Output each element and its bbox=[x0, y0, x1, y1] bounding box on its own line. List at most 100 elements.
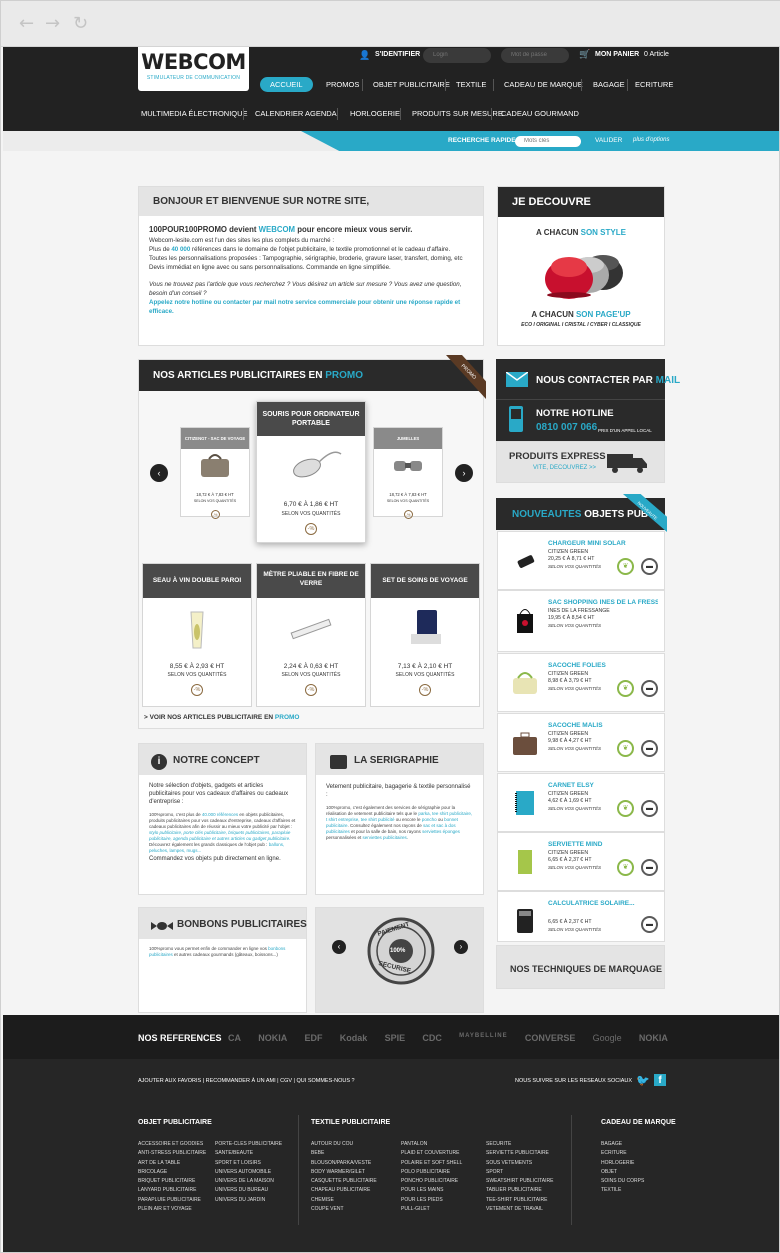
facebook-icon[interactable]: f bbox=[654, 1074, 666, 1086]
promo-grid-card[interactable]: MÈTRE PLIABLE EN FIBRE DE VERRE 2,24 € À… bbox=[256, 563, 366, 707]
hotline-phone[interactable]: 0810 007 066 bbox=[536, 422, 597, 433]
details-link[interactable]: serviettes publicitaires bbox=[363, 835, 407, 840]
footer-link[interactable]: PANTALON bbox=[401, 1140, 462, 1149]
footer-link[interactable]: LANYARD PUBLICITAIRE bbox=[138, 1186, 206, 1195]
footer-link[interactable]: UNIVERS DU BUREAU bbox=[215, 1186, 282, 1195]
nav-cadeau-gourmand[interactable]: CADEAU GOURMAND bbox=[501, 109, 579, 118]
nav-horlogerie[interactable]: HORLOGERIE bbox=[350, 109, 400, 118]
promo-see-all-link[interactable]: > VOIR NOS ARTICLES PUBLICITAIRE EN PROM… bbox=[144, 714, 299, 721]
search-submit-button[interactable]: VALIDER bbox=[595, 137, 622, 144]
details-link[interactable]: 40.000 références bbox=[202, 812, 238, 817]
footer-link[interactable]: UNIVERS DE LA MAISON bbox=[215, 1177, 282, 1186]
cart-label[interactable]: MON PANIER bbox=[595, 51, 639, 58]
footer-link[interactable]: SECURITE bbox=[486, 1140, 553, 1149]
carousel-card-featured[interactable]: SOURIS POUR ORDINATEUR PORTABLE 6,70 € À… bbox=[256, 401, 366, 543]
footer-link[interactable]: CASQUETTE PUBLICITAIRE bbox=[311, 1177, 377, 1186]
carousel-next-button[interactable]: › bbox=[455, 464, 473, 482]
details-link[interactable]: serviettes éponges bbox=[422, 829, 460, 834]
news-item[interactable]: SAC SHOPPING INES DE LA FRESS... INES DE… bbox=[497, 590, 665, 652]
footer-link[interactable]: BODY WARMER/GILET bbox=[311, 1168, 377, 1177]
footer-link[interactable]: ART DE LA TABLE bbox=[138, 1159, 206, 1168]
nav-produits-sur-mesure[interactable]: PRODUITS SUR MESURE bbox=[412, 109, 503, 118]
nav-calendrier[interactable]: CALENDRIER AGENDA bbox=[255, 109, 337, 118]
news-item[interactable]: CHARGEUR MINI SOLAR CITIZEN GREEN 20,25 €… bbox=[497, 531, 665, 590]
carousel-prev-button[interactable]: ‹ bbox=[150, 464, 168, 482]
news-item[interactable]: SACOCHE FOLIES CITIZEN GREEN 8,98 € À 3,7… bbox=[497, 653, 665, 712]
news-item[interactable]: SACOCHE MALIS CITIZEN GREEN 9,98 € À 4,27… bbox=[497, 713, 665, 772]
news-item[interactable]: CALCULATRICE SOLAIRE... 6,65 € À 2,37 € … bbox=[497, 891, 665, 942]
footer-link[interactable]: BLOUSON/PARKA/VESTE bbox=[311, 1159, 377, 1168]
footer-link[interactable]: POLAIRE ET SOFT SHELL bbox=[401, 1159, 462, 1168]
nav-accueil[interactable]: ACCUEIL bbox=[260, 77, 313, 92]
secure-next-button[interactable]: › bbox=[454, 940, 468, 954]
nav-multimedia[interactable]: MULTIMEDIA ÉLECTRONIQUE bbox=[141, 109, 248, 118]
footer-link[interactable]: BRIQUET PUBLICITAIRE bbox=[138, 1177, 206, 1186]
footer-link[interactable]: SPORT ET LOISIRS bbox=[215, 1159, 282, 1168]
news-item[interactable]: SERVIETTE MIND CITIZEN GREEN 6,65 € À 2,3… bbox=[497, 832, 665, 891]
search-input[interactable] bbox=[515, 136, 581, 147]
details-link[interactable]: stylo publicitaire, porte clés publicita… bbox=[149, 830, 290, 841]
logo[interactable]: WEBCOM STIMULATEUR DE COMMUNICATION bbox=[138, 47, 249, 91]
nav-ecriture[interactable]: ECRITURE bbox=[635, 80, 673, 89]
footer-link[interactable]: HORLOGERIE bbox=[601, 1159, 644, 1168]
back-icon[interactable]: ← bbox=[19, 13, 34, 34]
nav-promos[interactable]: PROMOS bbox=[326, 80, 359, 89]
reload-icon[interactable]: ↻ bbox=[73, 13, 88, 34]
carousel-card[interactable]: CITIZENGT - SAC DE VOYAGE 18,72 € À 7,83… bbox=[180, 427, 250, 519]
footer-link[interactable]: TABLIER PUBLICITAIRE bbox=[486, 1186, 553, 1195]
footer-link[interactable]: POUR LES MAINS bbox=[401, 1186, 462, 1195]
footer-link[interactable]: PLEIN AIR ET VOYAGE bbox=[138, 1205, 206, 1214]
nav-cadeau-de-marque[interactable]: CADEAU DE MARQUE bbox=[504, 80, 583, 89]
footer-link[interactable]: ECRITURE bbox=[601, 1149, 644, 1158]
promo-grid-card[interactable]: SET DE SOINS DE VOYAGE 7,13 € À 2,10 € H… bbox=[370, 563, 480, 707]
search-options-link[interactable]: plus d'options bbox=[633, 137, 670, 143]
footer-link[interactable]: BRICOLAGE bbox=[138, 1168, 206, 1177]
details-link[interactable]: poncho bbox=[422, 817, 437, 822]
footer-link[interactable]: POLO PUBLICITAIRE bbox=[401, 1168, 462, 1177]
express-panel[interactable]: PRODUITS EXPRESS VITE, DECOUVREZ >> bbox=[496, 441, 665, 483]
discover-panel[interactable]: JE DECOUVRE A CHACUN SON STYLE A CHACUN … bbox=[497, 186, 665, 346]
footer-link[interactable]: PLAID ET COUVERTURE bbox=[401, 1149, 462, 1158]
footer-link[interactable]: PORTE-CLES PUBLICITAIRE bbox=[215, 1140, 282, 1149]
footer-link[interactable]: SERVIETTE PUBLICITAIRE bbox=[486, 1149, 553, 1158]
footer-link[interactable]: COUPE VENT bbox=[311, 1205, 377, 1214]
footer-link[interactable]: TEE-SHIRT PUBLICITAIRE bbox=[486, 1196, 553, 1205]
footer-link[interactable]: SOINS DU CORPS bbox=[601, 1177, 644, 1186]
footer-links[interactable]: AJOUTER AUX FAVORIS | RECOMMANDER À UN A… bbox=[138, 1078, 355, 1084]
footer-link[interactable]: AUTOUR DU COU bbox=[311, 1140, 377, 1149]
footer-link[interactable]: PONCHO PUBLICITAIRE bbox=[401, 1177, 462, 1186]
footer-link[interactable]: PARAPLUIE PUBLICITAIRE bbox=[138, 1196, 206, 1205]
nav-bagage[interactable]: BAGAGE bbox=[593, 80, 625, 89]
footer-link[interactable]: PULL-GILET bbox=[401, 1205, 462, 1214]
nav-textile[interactable]: TEXTILE bbox=[456, 80, 486, 89]
news-item[interactable]: CARNET ELSY CITIZEN GREEN 4,62 € À 1,69 €… bbox=[497, 773, 665, 832]
footer-link[interactable]: CHEMISE bbox=[311, 1196, 377, 1205]
forward-icon[interactable]: → bbox=[45, 13, 60, 34]
techniques-panel[interactable]: NOS TECHNIQUES DE MARQUAGE bbox=[496, 945, 665, 989]
footer-link[interactable]: UNIVERS AUTOMOBILE bbox=[215, 1168, 282, 1177]
footer-link[interactable]: SOUS VETEMENTS bbox=[486, 1159, 553, 1168]
footer-link[interactable]: CHAPEAU PUBLICITAIRE bbox=[311, 1186, 377, 1195]
footer-link[interactable]: ANTI-STRESS PUBLICITAIRE bbox=[138, 1149, 206, 1158]
footer-link[interactable]: SWEATSHIRT PUBLICITAIRE bbox=[486, 1177, 553, 1186]
footer-link[interactable]: TEXTILE bbox=[601, 1186, 644, 1195]
footer-link[interactable]: BEBE bbox=[311, 1149, 377, 1158]
password-input[interactable] bbox=[501, 48, 569, 63]
express-link[interactable]: VITE, DECOUVREZ >> bbox=[533, 465, 596, 471]
nav-objet-publicitaire[interactable]: OBJET PUBLICITAIRE bbox=[373, 80, 450, 89]
secure-prev-button[interactable]: ‹ bbox=[332, 940, 346, 954]
footer-link[interactable]: UNIVERS DU JARDIN bbox=[215, 1196, 282, 1205]
footer-link[interactable]: POUR LES PIEDS bbox=[401, 1196, 462, 1205]
promo-grid-card[interactable]: SEAU À VIN DOUBLE PAROI 8,55 € À 2,93 € … bbox=[142, 563, 252, 707]
footer-link[interactable]: OBJET bbox=[601, 1168, 644, 1177]
twitter-icon[interactable]: 🐦 bbox=[636, 1074, 650, 1087]
signin-link[interactable]: S'IDENTIFIER bbox=[375, 51, 420, 58]
footer-link[interactable]: SANTE/BEAUTE bbox=[215, 1149, 282, 1158]
footer-link[interactable]: ACCESSOIRE ET GOODIES bbox=[138, 1140, 206, 1149]
login-input[interactable] bbox=[423, 48, 491, 63]
footer-link[interactable]: BAGAGE bbox=[601, 1140, 644, 1149]
carousel-card[interactable]: JUMELLES 18,72 € À 7,83 € HT SELON VOS Q… bbox=[373, 427, 443, 519]
footer-link[interactable]: VETEMENT DE TRAVAIL bbox=[486, 1205, 553, 1214]
welcome-cta-link[interactable]: Appelez notre hotline ou contacter par m… bbox=[149, 298, 473, 316]
contact-mail-link[interactable]: NOUS CONTACTER PAR MAIL bbox=[536, 375, 680, 386]
